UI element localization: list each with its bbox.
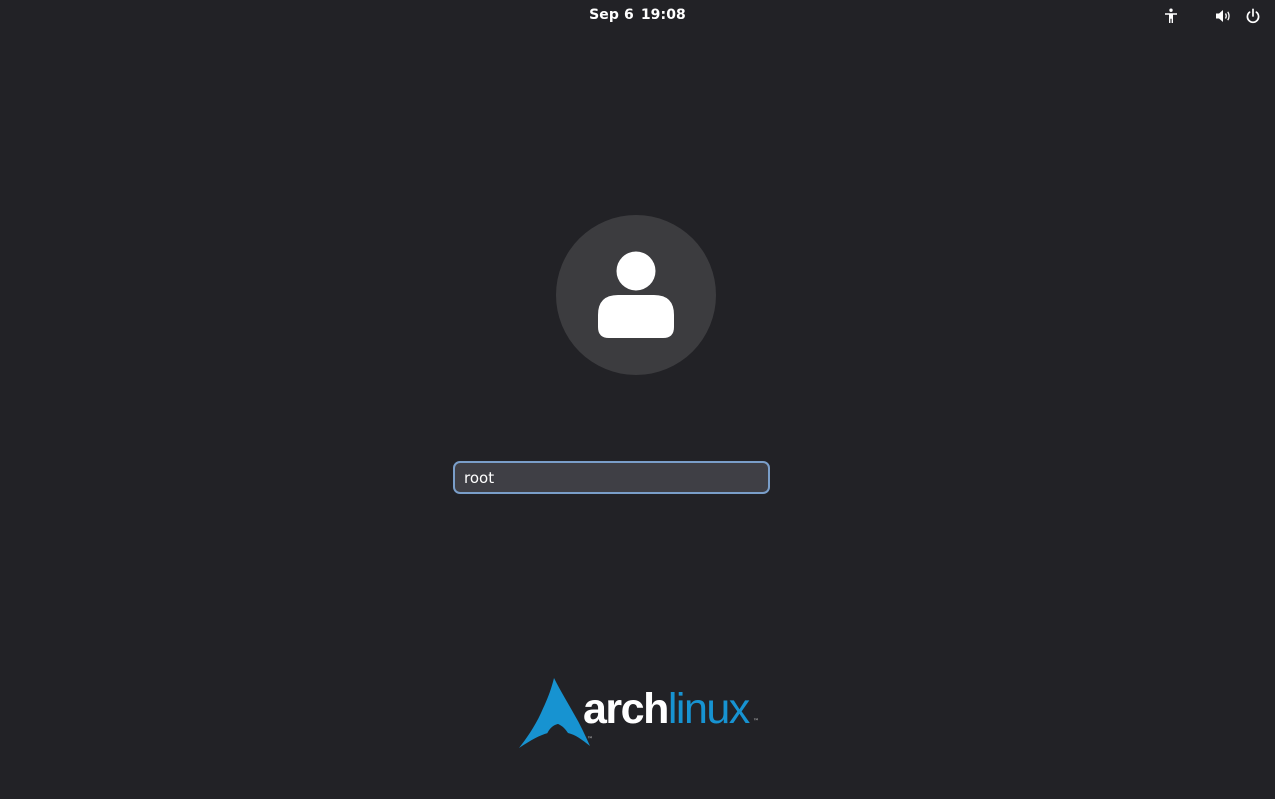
power-button[interactable] [1241,4,1265,28]
time-label: 19:08 [640,7,686,23]
logo-wordmark: archlinux [583,684,750,734]
logo-trademark-small: ™ [587,736,593,743]
date-time-menu[interactable]: Sep 6 19:08 [0,7,1275,23]
arch-linux-logo: ™ archlinux ™ [518,676,768,752]
date-label: Sep 6 [589,7,634,23]
accessibility-icon [1165,8,1177,23]
user-avatar [556,215,716,375]
logo-word-arch: arch [583,685,669,733]
logo-trademark: ™ [753,718,759,725]
volume-icon [1216,10,1230,22]
username-input[interactable] [453,461,770,494]
logo-word-linux: linux [667,685,750,733]
top-bar: Sep 6 19:08 [0,0,1275,32]
accessibility-button[interactable] [1159,4,1183,28]
volume-button[interactable] [1212,4,1236,28]
power-icon [1246,8,1260,24]
user-avatar-icon [598,251,674,338]
